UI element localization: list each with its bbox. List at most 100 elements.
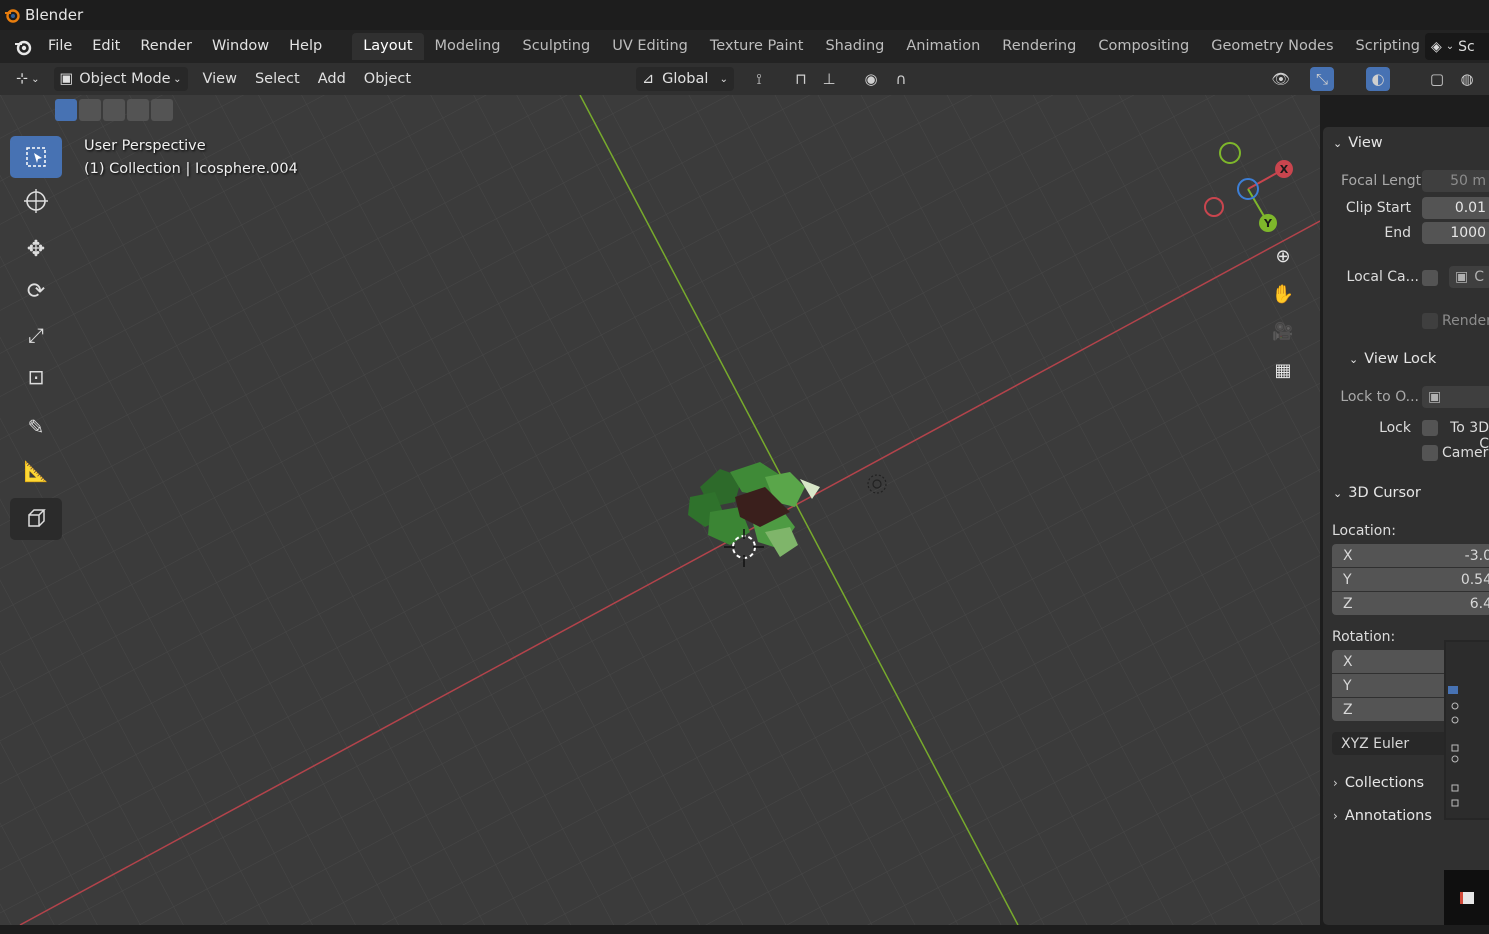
measure-tool-icon[interactable]: 📐 bbox=[10, 450, 62, 492]
navigation-gizmo[interactable]: X Y bbox=[1196, 137, 1306, 237]
lock-to-3d-cursor-checkbox[interactable] bbox=[1422, 420, 1438, 436]
select-invert-icon[interactable] bbox=[127, 99, 149, 121]
proportional-falloff-icon[interactable]: ∩ bbox=[888, 67, 914, 91]
tab-animation[interactable]: Animation bbox=[895, 33, 991, 60]
overlay-toggle-icon[interactable]: ◐ bbox=[1366, 67, 1390, 91]
rotation-z-field[interactable]: Z bbox=[1332, 698, 1452, 721]
menu-view[interactable]: View bbox=[194, 71, 246, 87]
pivot-point-icon[interactable]: ⟟ bbox=[746, 67, 772, 91]
location-y-field[interactable]: Y 0.54 bbox=[1332, 568, 1489, 591]
select-intersect-icon[interactable] bbox=[151, 99, 173, 121]
scene-selector[interactable]: ◈ ⌄ Sc bbox=[1425, 33, 1489, 60]
tab-sculpting[interactable]: Sculpting bbox=[511, 33, 601, 60]
menu-help[interactable]: Help bbox=[279, 30, 332, 63]
gizmo-y-label: Y bbox=[1263, 217, 1273, 230]
view-lock-section-header[interactable]: ⌄ View Lock bbox=[1349, 351, 1436, 367]
clip-start-label: Clip Start bbox=[1345, 200, 1411, 216]
object-info: (1) Collection | Icosphere.004 bbox=[84, 161, 298, 177]
annotations-panel[interactable]: › Annotations bbox=[1323, 801, 1445, 831]
lock-to-object-field[interactable]: ▣ bbox=[1422, 386, 1489, 408]
chevron-right-icon: › bbox=[1333, 776, 1338, 790]
local-camera-checkbox[interactable] bbox=[1422, 270, 1438, 286]
rotate-tool-icon[interactable]: ⟳ bbox=[10, 270, 62, 312]
menu-add[interactable]: Add bbox=[309, 71, 355, 87]
editor-type-button[interactable]: ⊹ ⌄ bbox=[10, 67, 46, 91]
camera-view-icon[interactable]: 🎥 bbox=[1266, 315, 1300, 349]
tab-rendering[interactable]: Rendering bbox=[991, 33, 1087, 60]
menu-select[interactable]: Select bbox=[246, 71, 309, 87]
cursor-tool-icon[interactable] bbox=[10, 180, 62, 222]
rotation-y-field[interactable]: Y bbox=[1332, 674, 1452, 697]
mode-label: Object Mode bbox=[79, 71, 171, 87]
tab-compositing[interactable]: Compositing bbox=[1087, 33, 1200, 60]
rotation-mode-dropdown[interactable]: XYZ Euler bbox=[1332, 732, 1452, 755]
zoom-icon[interactable]: ⊕ bbox=[1266, 239, 1300, 273]
visibility-icon[interactable]: 👁 bbox=[1268, 67, 1294, 91]
tab-layout[interactable]: Layout bbox=[352, 33, 424, 60]
transform-orientation-dropdown[interactable]: ⊿ Global ⌄ bbox=[636, 67, 734, 91]
add-cube-tool-icon[interactable] bbox=[10, 498, 62, 540]
perspective-toggle-icon[interactable]: ▦ bbox=[1266, 353, 1300, 387]
location-label: Location: bbox=[1332, 523, 1396, 539]
tab-modeling[interactable]: Modeling bbox=[424, 33, 512, 60]
rotation-x-field[interactable]: X bbox=[1332, 650, 1452, 673]
proportional-edit-icon[interactable]: ◉ bbox=[858, 67, 884, 91]
lock-camera-label: Camera bbox=[1442, 445, 1489, 461]
tray-app-icon[interactable] bbox=[1444, 870, 1489, 925]
pan-hand-icon[interactable]: ✋ bbox=[1266, 277, 1300, 311]
select-extend-icon[interactable] bbox=[79, 99, 101, 121]
select-new-icon[interactable] bbox=[55, 99, 77, 121]
status-bar bbox=[0, 925, 1489, 934]
scale-tool-icon[interactable]: ⤢ bbox=[10, 314, 62, 356]
mode-selector[interactable]: ▣ Object Mode ⌄ bbox=[53, 67, 188, 91]
menu-window[interactable]: Window bbox=[202, 30, 279, 63]
tab-uv-editing[interactable]: UV Editing bbox=[601, 33, 699, 60]
select-box-tool-icon[interactable] bbox=[10, 136, 62, 178]
select-subtract-icon[interactable] bbox=[103, 99, 125, 121]
tab-scripting[interactable]: Scripting bbox=[1345, 33, 1431, 60]
clip-start-field[interactable]: 0.01 bbox=[1422, 197, 1489, 219]
xray-toggle-icon[interactable]: ▢ bbox=[1424, 67, 1450, 91]
gizmo-toggle-icon[interactable]: ⤡ bbox=[1310, 67, 1334, 91]
chevron-down-icon: ⌄ bbox=[719, 73, 728, 85]
local-camera-label: Local Ca... bbox=[1346, 269, 1419, 285]
tab-texture-paint[interactable]: Texture Paint bbox=[699, 33, 815, 60]
3d-cursor-section-header[interactable]: ⌄ 3D Cursor bbox=[1333, 485, 1421, 501]
title-bar: Blender bbox=[0, 0, 1489, 30]
tab-shading[interactable]: Shading bbox=[814, 33, 895, 60]
menu-file[interactable]: File bbox=[38, 30, 82, 63]
top-menu-bar: File Edit Render Window Help Layout Mode… bbox=[0, 30, 1489, 63]
collections-panel[interactable]: › Collections bbox=[1323, 768, 1445, 798]
light-object-icon[interactable] bbox=[862, 469, 892, 499]
tab-geometry-nodes[interactable]: Geometry Nodes bbox=[1200, 33, 1344, 60]
blender-logo-icon bbox=[5, 9, 20, 23]
blender-menu-icon[interactable] bbox=[8, 38, 38, 56]
focal-length-field[interactable]: 50 m bbox=[1422, 170, 1489, 192]
view-section-title: View bbox=[1348, 135, 1383, 151]
collections-title: Collections bbox=[1344, 775, 1425, 791]
scene-name: Sc bbox=[1458, 38, 1475, 55]
location-x-field[interactable]: X -3.0 bbox=[1332, 544, 1489, 567]
annotate-tool-icon[interactable]: ✎ bbox=[10, 406, 62, 448]
local-camera-field[interactable]: ▣ C bbox=[1449, 266, 1489, 288]
view-lock-title: View Lock bbox=[1364, 351, 1437, 367]
lock-camera-checkbox[interactable] bbox=[1422, 445, 1438, 461]
orientation-label: Global bbox=[662, 71, 709, 87]
transform-tool-icon[interactable]: ⊡ bbox=[10, 356, 62, 398]
3d-viewport[interactable]: User Perspective (1) Collection | Icosph… bbox=[0, 95, 1320, 925]
menu-object[interactable]: Object bbox=[355, 71, 420, 87]
rotation-x-axis: X bbox=[1343, 653, 1353, 670]
move-tool-icon[interactable]: ✥ bbox=[10, 228, 62, 270]
3d-cursor-icon bbox=[724, 529, 764, 567]
wireframe-shading-icon[interactable]: ◍ bbox=[1454, 67, 1480, 91]
clip-end-field[interactable]: 1000 bbox=[1422, 222, 1489, 244]
render-region-checkbox[interactable] bbox=[1422, 313, 1438, 329]
annotations-title: Annotations bbox=[1344, 808, 1432, 824]
location-y-axis: Y bbox=[1343, 571, 1352, 588]
location-z-field[interactable]: Z 6.4 bbox=[1332, 592, 1489, 615]
view-section-header[interactable]: ⌄ View bbox=[1333, 135, 1383, 151]
menu-render[interactable]: Render bbox=[130, 30, 202, 63]
snap-target-icon[interactable]: ⊥ bbox=[816, 67, 842, 91]
menu-edit[interactable]: Edit bbox=[82, 30, 130, 63]
snap-icon[interactable]: ⊓ bbox=[788, 67, 814, 91]
